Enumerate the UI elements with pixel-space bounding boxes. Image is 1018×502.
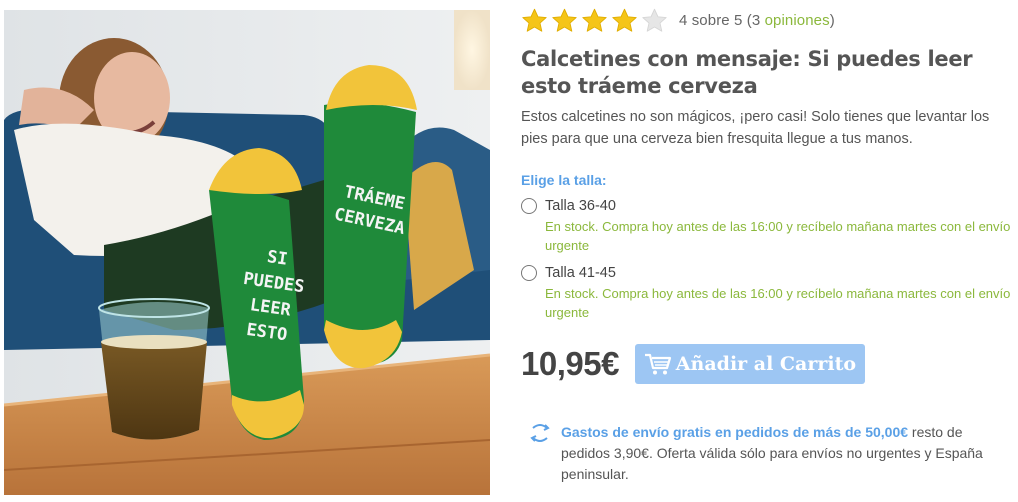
rating-score: 4 sobre 5 [679,11,743,29]
rating-open-paren: ( [742,11,752,29]
rating[interactable]: 4 sobre 5 (3 opiniones) [521,6,1013,34]
size-option[interactable]: Talla 36-40 En stock. Compra hoy antes d… [521,196,1013,255]
free-shipping-highlight: Gastos de envío gratis en pedidos de más… [561,424,909,440]
shipping-info: Gastos de envío gratis en pedidos de más… [521,422,1013,485]
size-option-label[interactable]: Talla 41-45 [545,263,1013,283]
star-empty-icon [642,8,667,32]
stock-status: En stock. Compra hoy antes de las 16:00 … [545,286,1011,320]
star-filled-icon [582,8,607,32]
product-info: 4 sobre 5 (3 opiniones) Calcetines con m… [521,6,1013,485]
rating-count: 3 [751,11,761,29]
shipping-text: Gastos de envío gratis en pedidos de más… [561,422,1013,485]
size-option[interactable]: Talla 41-45 En stock. Compra hoy antes d… [521,263,1013,322]
add-to-cart-label[interactable]: Añadir al Carrito [676,353,856,375]
stock-status: En stock. Compra hoy antes de las 16:00 … [545,219,1011,253]
product-description: Estos calcetines no son mágicos, ¡pero c… [521,109,990,147]
beer-glass [98,298,210,440]
rating-text: 4 sobre 5 (3 opiniones) [679,12,835,29]
size-option-label[interactable]: Talla 36-40 [545,196,1013,216]
price: 10,95€ [521,345,619,382]
left-sock-text: SI PUEDES LEER ESTO [223,241,320,352]
cart-icon [644,353,671,375]
size-radio[interactable] [521,198,537,214]
add-to-cart-button[interactable]: Añadir al Carrito [634,344,865,384]
star-filled-icon [552,8,577,32]
rating-close-paren: ) [829,11,835,29]
star-filled-icon [522,8,547,32]
size-label: Elige la talla: [521,172,607,188]
truck-icon [530,424,550,442]
rating-stars [521,7,671,34]
reviews-link[interactable]: opiniones [765,12,830,29]
star-filled-icon [612,8,637,32]
purchase-row: 10,95€ Añadir al Carrito [521,344,1013,384]
size-radio[interactable] [521,265,537,281]
product-title: Calcetines con mensaje: Si puedes leer e… [521,47,973,98]
product-image[interactable]: SI PUEDES LEER ESTO TRÁEME CERVEZA [4,10,490,495]
